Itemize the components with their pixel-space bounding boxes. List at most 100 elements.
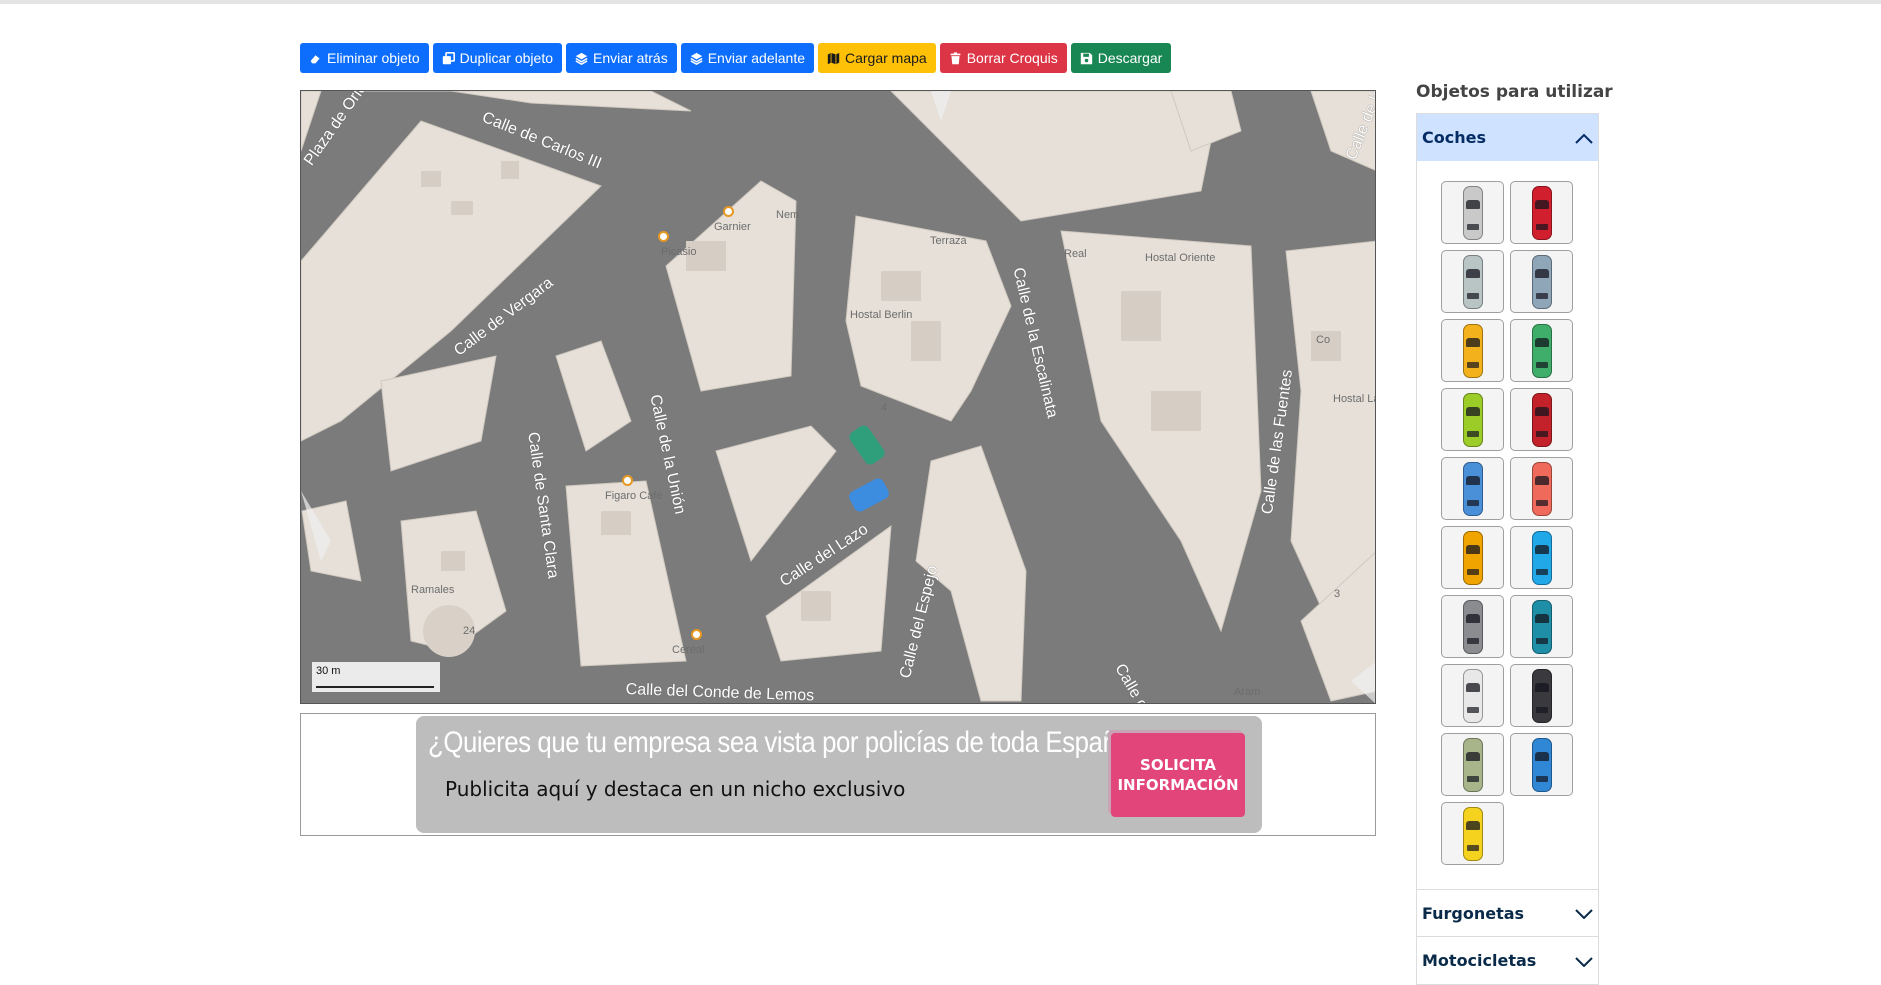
- car-tile[interactable]: [1441, 802, 1504, 865]
- car-icon: [1462, 323, 1483, 378]
- car-icon: [1462, 806, 1483, 861]
- chevron-down-icon: [1575, 909, 1593, 919]
- ad-banner[interactable]: ¿Quieres que tu empresa sea vista por po…: [300, 713, 1376, 836]
- poi-label: Hostal Berlin: [850, 309, 913, 321]
- poi-label: Terraza: [930, 235, 967, 247]
- objects-panel-title: Objetos para utilizar: [1416, 82, 1613, 102]
- car-icon: [1462, 530, 1483, 585]
- car-tile[interactable]: [1441, 457, 1504, 520]
- poi-label: 3: [1334, 588, 1341, 600]
- accordion-header-motocicletas[interactable]: Motocicletas: [1417, 937, 1598, 984]
- send-back-label: Enviar atrás: [593, 50, 668, 66]
- ad-button-line1: SOLICITA: [1140, 756, 1216, 774]
- copy-icon: [442, 51, 455, 64]
- car-tile[interactable]: [1441, 181, 1504, 244]
- poi-icon: [691, 629, 702, 640]
- ad-request-info-button[interactable]: SOLICITA INFORMACIÓN: [1111, 733, 1245, 817]
- accordion-header-label: Coches: [1422, 128, 1486, 147]
- download-button[interactable]: Descargar: [1070, 43, 1172, 73]
- scale-label: 30 m: [316, 665, 341, 677]
- poi-label: Figaro Café: [605, 490, 663, 502]
- duplicate-object-button[interactable]: Duplicar objeto: [432, 43, 562, 73]
- poi-label: 24: [463, 625, 476, 637]
- car-icon: [1531, 737, 1552, 792]
- car-tile[interactable]: [1441, 526, 1504, 589]
- accordion-header-coches[interactable]: Coches: [1417, 114, 1598, 161]
- car-tile[interactable]: [1510, 526, 1573, 589]
- send-forward-button[interactable]: Enviar adelante: [680, 43, 814, 73]
- car-icon: [1531, 530, 1552, 585]
- accordion-header-label: Furgonetas: [1422, 903, 1525, 923]
- car-tile[interactable]: [1510, 733, 1573, 796]
- map-icon: [827, 52, 840, 64]
- car-tile[interactable]: [1510, 457, 1573, 520]
- ad-panel: ¿Quieres que tu empresa sea vista por po…: [416, 716, 1262, 833]
- save-icon: [1080, 52, 1092, 64]
- send-back-button[interactable]: Enviar atrás: [566, 43, 677, 73]
- poi-label: Aram: [1234, 686, 1261, 698]
- poi-label: Hostal Las Fuente: [1333, 393, 1375, 405]
- car-icon: [1531, 599, 1552, 654]
- layers-icon: [690, 52, 703, 65]
- car-tile[interactable]: [1510, 595, 1573, 658]
- car-icon: [1462, 392, 1483, 447]
- poi-label: 4: [881, 402, 888, 414]
- ad-button-line2: INFORMACIÓN: [1117, 776, 1239, 794]
- eraser-icon: [310, 54, 320, 63]
- top-divider: [0, 0, 1881, 4]
- load-map-label: Cargar mapa: [845, 50, 927, 66]
- car-tile[interactable]: [1441, 250, 1504, 313]
- car-tile[interactable]: [1441, 595, 1504, 658]
- car-icon: [1462, 668, 1483, 723]
- duplicate-object-label: Duplicar objeto: [459, 50, 553, 66]
- poi-label: Real: [1064, 248, 1087, 260]
- car-icon: [1462, 185, 1483, 240]
- download-label: Descargar: [1097, 50, 1163, 66]
- delete-object-label: Eliminar objeto: [327, 50, 420, 66]
- poi-label: Cereal: [672, 644, 705, 656]
- send-forward-label: Enviar adelante: [707, 50, 805, 66]
- clear-sketch-label: Borrar Croquis: [966, 50, 1058, 66]
- car-icon: [1462, 461, 1483, 516]
- car-tile[interactable]: [1510, 388, 1573, 451]
- car-icon: [1462, 599, 1483, 654]
- scale-bar: [316, 686, 434, 688]
- poi-icon: [622, 475, 633, 486]
- accordion-header-label: Motocicletas: [1422, 951, 1537, 970]
- poi-icon: [723, 206, 734, 217]
- map-canvas[interactable]: Calle de Carlos III Calle de Vergara Cal…: [300, 90, 1376, 704]
- car-icon: [1531, 323, 1552, 378]
- car-icon: [1462, 737, 1483, 792]
- map-scale: 30 m: [312, 662, 440, 692]
- car-icon: [1531, 392, 1552, 447]
- delete-object-button[interactable]: Eliminar objeto: [300, 43, 429, 73]
- poi-label: Nem: [776, 209, 800, 221]
- car-icon: [1531, 668, 1552, 723]
- ad-subtitle: Publicita aquí y destaca en un nicho exc…: [445, 777, 906, 801]
- poi-icon: [658, 231, 669, 242]
- poi-label: Picasio: [661, 246, 697, 258]
- car-tile[interactable]: [1510, 319, 1573, 382]
- car-grid: [1441, 181, 1573, 865]
- poi-label: Ramales: [411, 584, 455, 596]
- car-icon: [1531, 461, 1552, 516]
- car-tile[interactable]: [1510, 250, 1573, 313]
- clear-sketch-button[interactable]: Borrar Croquis: [939, 43, 1067, 73]
- car-icon: [1531, 185, 1552, 240]
- car-icon: [1462, 254, 1483, 309]
- car-tile[interactable]: [1510, 664, 1573, 727]
- car-tile[interactable]: [1441, 388, 1504, 451]
- car-tile[interactable]: [1441, 664, 1504, 727]
- load-map-button[interactable]: Cargar mapa: [818, 43, 936, 73]
- ad-title: ¿Quieres que tu empresa sea vista por po…: [428, 726, 1145, 759]
- car-tile[interactable]: [1441, 733, 1504, 796]
- cars-panel: [1417, 161, 1598, 890]
- accordion-header-furgonetas[interactable]: Furgonetas: [1417, 890, 1598, 937]
- poi-label: Garnier: [714, 221, 751, 233]
- car-tile[interactable]: [1510, 181, 1573, 244]
- poi-label: Co: [1316, 334, 1331, 346]
- car-tile[interactable]: [1441, 319, 1504, 382]
- poi-label: Hostal Oriente: [1145, 252, 1216, 264]
- layers-icon: [575, 52, 588, 65]
- toolbar: Eliminar objeto Duplicar objeto Enviar a…: [300, 43, 1172, 73]
